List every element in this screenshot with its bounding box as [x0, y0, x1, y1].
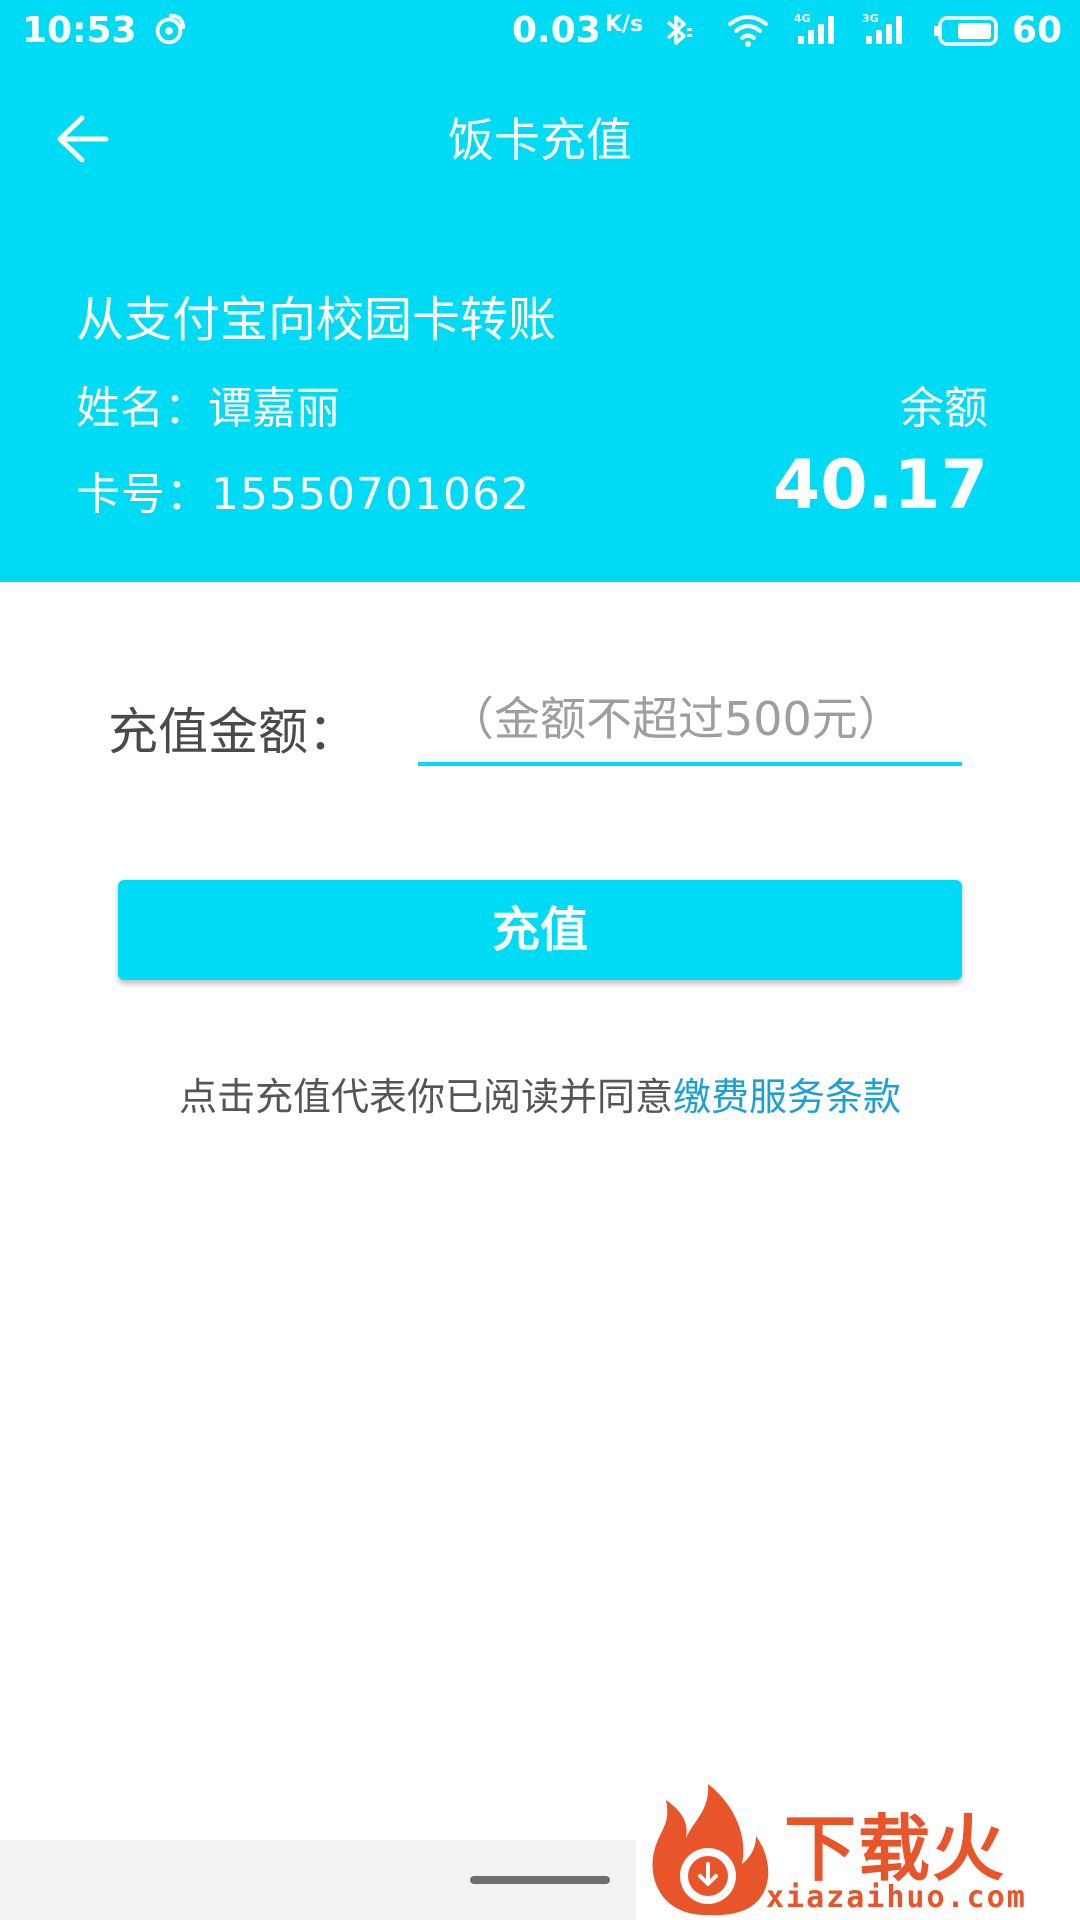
signal-3g-label: 3G: [862, 12, 879, 25]
balance-value: 40.17: [772, 446, 988, 525]
flame-logo-icon: [652, 1784, 769, 1916]
card-number-value: 15550701062: [211, 469, 530, 520]
signal-3g-icon: 3G: [862, 12, 902, 44]
amount-field: [418, 680, 962, 766]
status-bar: 10:53 0.03 K/s 4G 3G 60: [0, 0, 1080, 60]
watermark-url: xiazaihuo.com: [766, 1880, 1027, 1915]
card-number-row: 卡号：15550701062: [76, 458, 530, 522]
card-number-label: 卡号：: [76, 469, 211, 520]
watermark: 下载火 xiazaihuo.com: [636, 1780, 1080, 1920]
transfer-title: 从支付宝向校园卡转账: [76, 292, 557, 348]
app-bar: 饭卡充值: [0, 60, 1080, 210]
terms-prefix: 点击充值代表你已阅读并同意: [178, 1075, 673, 1119]
page-title: 饭卡充值: [448, 113, 632, 167]
name-label: 姓名：: [76, 383, 208, 434]
amount-label: 充值金额：: [108, 703, 358, 761]
terms-notice: 点击充值代表你已阅读并同意缴费服务条款: [0, 1066, 1080, 1121]
name-value: 谭嘉丽: [208, 383, 340, 434]
wifi-icon: [728, 15, 768, 47]
balance-label: 余额: [900, 383, 988, 434]
status-time: 10:53: [22, 10, 137, 51]
terms-link[interactable]: 缴费服务条款: [673, 1075, 901, 1119]
battery-icon: [934, 16, 998, 46]
network-speed: 0.03: [512, 10, 601, 51]
signal-4g-label: 4G: [794, 12, 811, 25]
home-gesture-handle[interactable]: [470, 1876, 610, 1884]
network-speed-unit: K/s: [605, 12, 644, 37]
weibo-icon: [155, 13, 186, 45]
recharge-button[interactable]: 充值: [118, 880, 962, 980]
signal-4g-icon: 4G: [794, 12, 834, 44]
bluetooth-icon: [666, 15, 692, 45]
name-row: 姓名：谭嘉丽: [76, 372, 340, 436]
header-panel: 10:53 0.03 K/s 4G 3G 60 饭卡充值 从支付宝向校园卡转账 …: [0, 0, 1080, 582]
battery-level: 60: [1012, 10, 1063, 51]
amount-input[interactable]: [418, 680, 962, 758]
